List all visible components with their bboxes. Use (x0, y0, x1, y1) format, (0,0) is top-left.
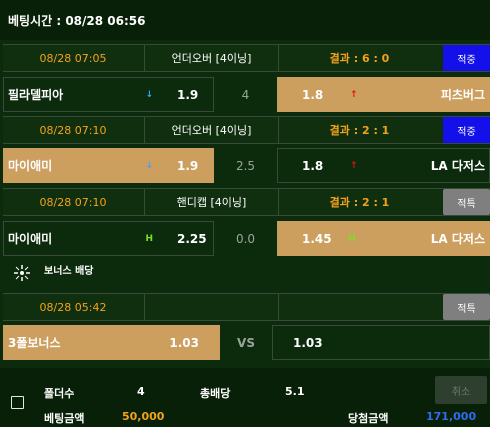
bonus-odds: 1.03 (169, 335, 199, 350)
game-date: 08/28 07:10 (39, 123, 107, 137)
line-value: 0.0 (235, 231, 256, 246)
bet-amount-label: 베팅금액 (44, 412, 85, 425)
game-market: 언더오버 [4이닝] (144, 117, 279, 143)
home-pick[interactable]: 필라델피아 ↓ 1.9 (3, 77, 214, 112)
folders-label: 폴더수 (44, 387, 75, 400)
cancel-button[interactable]: 취소 (435, 376, 487, 404)
away-odds: 1.8 (302, 158, 324, 173)
game-result: 결과 : 2 : 1 (329, 124, 390, 137)
line-value: 2.5 (235, 158, 256, 173)
bonus-pick[interactable]: 3폴보너스 1.03 (3, 325, 220, 360)
status-badge: 적중 (443, 45, 490, 71)
bet-amount-value: 50,000 (122, 410, 165, 423)
home-pick[interactable]: 마이애미 H 2.25 (3, 221, 214, 256)
game-2-row: 마이애미 ↓ 1.9 2.5 1.8 ↑ LA 다저스 (3, 147, 490, 183)
folders-value: 4 (137, 385, 145, 398)
home-team-name: 마이애미 (8, 159, 53, 173)
game-3-row: 마이애미 H 2.25 0.0 1.45 H LA 다저스 (3, 220, 490, 256)
arrow-down-icon: ↓ (145, 160, 153, 171)
away-pick[interactable]: 1.8 ↑ 피츠버그 (277, 77, 490, 112)
total-odds-label: 총배당 (200, 387, 231, 400)
game-1-row: 필라델피아 ↓ 1.9 4 1.8 ↑ 피츠버그 (3, 76, 490, 112)
game-2-info-bar: 08/28 07:10 언더오버 [4이닝] 결과 : 2 : 1 적중 (3, 116, 490, 144)
handicap-marker-icon: H (145, 233, 153, 244)
home-pick[interactable]: 마이애미 ↓ 1.9 (3, 148, 214, 183)
bonus-label: 보너스 배당 (44, 266, 94, 277)
home-odds: 1.9 (177, 87, 199, 102)
win-amount-value: 171,000 (426, 410, 477, 423)
away-pick[interactable]: 1.45 H LA 다저스 (277, 221, 490, 256)
status-badge: 적중 (443, 117, 490, 143)
win-amount-label: 당첨금액 (348, 412, 389, 425)
away-odds: 1.8 (302, 87, 324, 102)
game-3-info-bar: 08/28 07:10 핸디캡 [4이닝] 결과 : 2 : 1 적특 (3, 188, 490, 216)
bet-time-header: 베팅시간 : 08/28 06:56 (0, 0, 490, 40)
home-odds: 1.9 (177, 158, 199, 173)
total-odds-value: 5.1 (285, 385, 305, 398)
home-odds: 2.25 (177, 231, 207, 246)
select-all-checkbox[interactable] (11, 396, 24, 409)
bonus-result-cell (278, 294, 441, 320)
game-result: 결과 : 2 : 1 (329, 196, 390, 209)
bonus-info-bar: 08/28 05:42 적특 (3, 293, 490, 321)
vs-label: VS (237, 335, 255, 350)
away-team-name: LA 다저스 (430, 232, 485, 246)
game-result: 결과 : 6 : 0 (329, 52, 390, 65)
game-date: 08/28 07:10 (39, 195, 107, 209)
away-team-name: LA 다저스 (430, 159, 485, 173)
handicap-marker-icon: H (348, 233, 356, 244)
home-team-name: 필라델피아 (8, 88, 64, 102)
away-odds: 1.45 (302, 231, 332, 246)
status-badge: 적특 (443, 294, 490, 320)
bet-time-label: 베팅시간 : 08/28 06:56 (8, 13, 146, 28)
bonus-icon (12, 263, 32, 283)
line-value: 4 (241, 87, 250, 102)
game-market: 언더오버 [4이닝] (144, 45, 279, 71)
home-team-name: 마이애미 (8, 232, 53, 246)
bonus-right-pick: 1.03 (272, 325, 490, 360)
status-badge: 적특 (443, 189, 490, 215)
bonus-right-odds: 1.03 (293, 335, 323, 350)
arrow-down-icon: ↓ (145, 89, 153, 100)
arrow-up-icon: ↑ (350, 160, 358, 171)
bonus-date: 08/28 05:42 (39, 300, 107, 314)
bonus-market-cell (144, 294, 279, 320)
bonus-name: 3폴보너스 (8, 336, 61, 350)
game-1-info-bar: 08/28 07:05 언더오버 [4이닝] 결과 : 6 : 0 적중 (3, 44, 490, 72)
arrow-up-icon: ↑ (350, 89, 358, 100)
away-team-name: 피츠버그 (440, 88, 485, 102)
game-date: 08/28 07:05 (39, 51, 107, 65)
game-market: 핸디캡 [4이닝] (144, 189, 279, 215)
bonus-row: 3폴보너스 1.03 VS 1.03 (3, 324, 490, 360)
away-pick[interactable]: 1.8 ↑ LA 다저스 (277, 148, 490, 183)
